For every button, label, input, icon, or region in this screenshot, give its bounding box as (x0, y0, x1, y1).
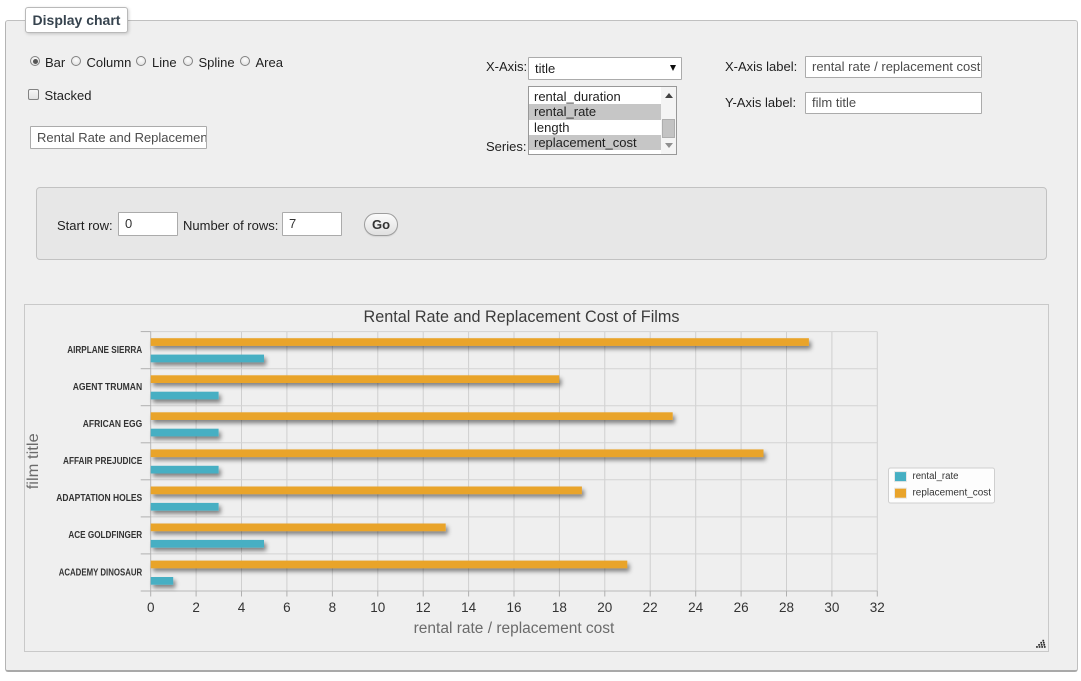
svg-text:8: 8 (329, 600, 337, 615)
svg-text:0: 0 (147, 600, 155, 615)
svg-text:10: 10 (370, 600, 385, 615)
svg-text:16: 16 (506, 600, 521, 615)
svg-text:film title: film title (25, 433, 42, 489)
svg-text:ACE GOLDFINGER: ACE GOLDFINGER (68, 530, 142, 541)
svg-text:30: 30 (824, 600, 839, 615)
svg-text:12: 12 (416, 600, 431, 615)
svg-text:2: 2 (192, 600, 200, 615)
svg-text:32: 32 (870, 600, 885, 615)
svg-text:6: 6 (283, 600, 291, 615)
svg-text:AFFAIR PREJUDICE: AFFAIR PREJUDICE (63, 456, 142, 467)
svg-text:18: 18 (552, 600, 567, 615)
svg-text:rental_rate: rental_rate (913, 471, 959, 482)
svg-text:24: 24 (688, 600, 704, 615)
svg-text:AIRPLANE SIERRA: AIRPLANE SIERRA (67, 345, 142, 356)
svg-text:AGENT TRUMAN: AGENT TRUMAN (73, 382, 143, 393)
svg-text:28: 28 (779, 600, 794, 615)
svg-text:4: 4 (238, 600, 246, 615)
svg-text:26: 26 (734, 600, 749, 615)
svg-text:14: 14 (461, 600, 477, 615)
svg-text:ACADEMY DINOSAUR: ACADEMY DINOSAUR (59, 567, 143, 578)
svg-text:22: 22 (643, 600, 658, 615)
svg-text:ADAPTATION HOLES: ADAPTATION HOLES (56, 493, 142, 504)
svg-text:replacement_cost: replacement_cost (913, 487, 992, 498)
svg-text:20: 20 (597, 600, 612, 615)
svg-text:rental rate / replacement cost: rental rate / replacement cost (414, 620, 615, 637)
svg-text:Rental Rate and Replacement Co: Rental Rate and Replacement Cost of Film… (364, 307, 680, 326)
svg-text:AFRICAN EGG: AFRICAN EGG (83, 419, 143, 430)
